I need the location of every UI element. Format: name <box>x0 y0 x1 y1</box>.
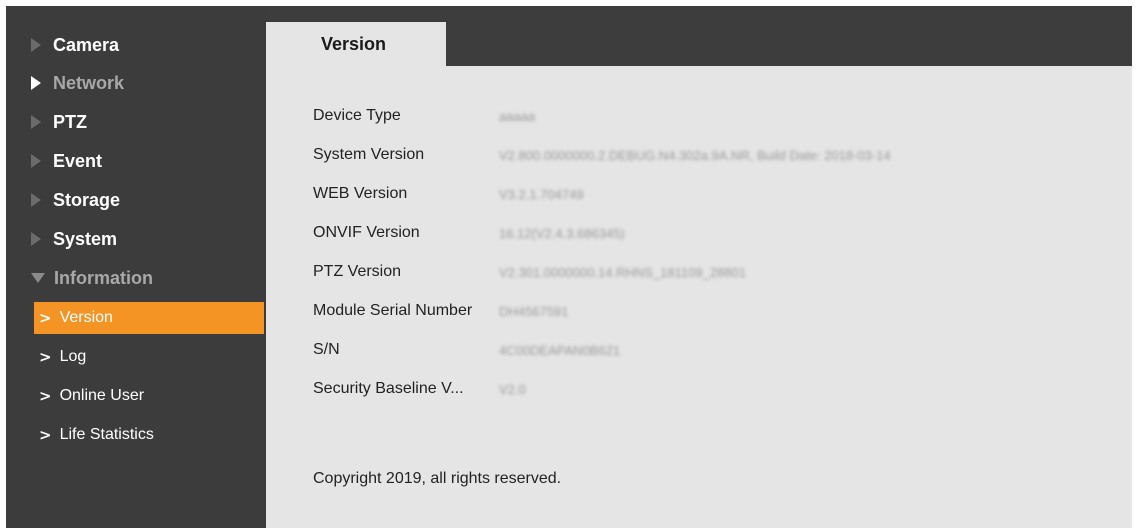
sidebar-subitem-label: Version <box>59 309 113 326</box>
chevron-right-icon: > <box>39 387 52 405</box>
expand-arrow-icon <box>31 232 41 246</box>
info-value: V2.301.0000000.14.RHNS_181109_28801 <box>499 264 746 280</box>
info-row-security-baseline: Security Baseline V... V2.0 <box>313 377 526 401</box>
app-frame: Camera Network PTZ Event Storage System … <box>6 6 1132 528</box>
sidebar: Camera Network PTZ Event Storage System … <box>6 6 266 528</box>
chevron-right-icon: > <box>39 309 52 327</box>
sidebar-item-network[interactable]: Network <box>6 64 266 102</box>
sidebar-subitem-life-statistics[interactable]: > Life Statistics <box>34 419 264 451</box>
info-value: 4C00DEAPAN0B621 <box>499 342 621 358</box>
info-key: Module Serial Number <box>313 302 473 319</box>
sidebar-subitem-version[interactable]: > Version <box>34 302 264 334</box>
info-key: WEB Version <box>313 185 408 202</box>
info-key: ONVIF Version <box>313 224 420 241</box>
info-row-device-type: Device Type aaaaa <box>313 104 535 128</box>
expand-arrow-icon <box>31 154 41 168</box>
info-row-web-version: WEB Version V3.2.1.704749 <box>313 182 584 206</box>
sidebar-subitem-log[interactable]: > Log <box>34 341 264 373</box>
sidebar-item-camera[interactable]: Camera <box>6 26 266 64</box>
sidebar-item-ptz[interactable]: PTZ <box>6 103 266 141</box>
info-row-module-serial-number: Module Serial Number DH4567591 <box>313 299 568 323</box>
sidebar-item-event[interactable]: Event <box>6 142 266 180</box>
info-value: V3.2.1.704749 <box>499 186 584 202</box>
info-value: DH4567591 <box>499 303 569 319</box>
chevron-right-icon: > <box>39 348 52 366</box>
sidebar-item-label: System <box>53 228 118 249</box>
info-key: Device Type <box>313 107 401 124</box>
expand-arrow-icon <box>31 38 41 52</box>
info-key: S/N <box>313 341 340 358</box>
info-value: aaaaa <box>499 108 536 124</box>
sidebar-item-label: Event <box>53 150 103 171</box>
expand-arrow-icon <box>31 115 41 129</box>
info-value: V2.0 <box>499 381 526 397</box>
collapse-arrow-icon <box>31 273 45 283</box>
sidebar-item-storage[interactable]: Storage <box>6 181 266 219</box>
sidebar-item-system[interactable]: System <box>6 220 266 258</box>
expand-arrow-icon <box>31 193 41 207</box>
tab-version[interactable]: Version <box>266 22 446 66</box>
info-key: PTZ Version <box>313 263 402 280</box>
info-key: System Version <box>313 146 425 163</box>
tab-label: Version <box>321 33 387 54</box>
info-key: Security Baseline V... <box>313 380 464 397</box>
sidebar-item-label: Storage <box>53 189 121 210</box>
info-row-onvif-version: ONVIF Version 16.12(V2.4.3.686345) <box>313 221 625 245</box>
main-panel: Version Device Type aaaaa System Version… <box>266 6 1132 528</box>
info-value: V2.800.0000000.2.DEBUG.N4.302a.9A.NR, Bu… <box>499 147 891 163</box>
sidebar-subitem-label: Log <box>59 348 87 365</box>
sidebar-subitem-label: Online User <box>59 387 145 404</box>
sidebar-item-label: PTZ <box>53 111 87 132</box>
sidebar-item-label: Network <box>53 72 125 93</box>
info-row-serial-number: S/N 4C00DEAPAN0B621 <box>313 338 620 362</box>
info-value: 16.12(V2.4.3.686345) <box>499 225 625 241</box>
info-row-system-version: System Version V2.800.0000000.2.DEBUG.N4… <box>313 143 891 167</box>
copyright-text: Copyright 2019, all rights reserved. <box>313 470 562 487</box>
sidebar-subitem-online-user[interactable]: > Online User <box>34 380 264 412</box>
sidebar-item-label: Camera <box>53 34 120 55</box>
sidebar-item-label: Information <box>54 267 153 288</box>
sidebar-subitem-label: Life Statistics <box>59 426 154 443</box>
info-row-ptz-version: PTZ Version V2.301.0000000.14.RHNS_18110… <box>313 260 746 284</box>
sidebar-item-information[interactable]: Information <box>6 259 266 297</box>
version-info-panel: Device Type aaaaa System Version V2.800.… <box>266 66 1132 528</box>
chevron-right-icon: > <box>39 426 52 444</box>
expand-arrow-icon <box>31 76 41 90</box>
